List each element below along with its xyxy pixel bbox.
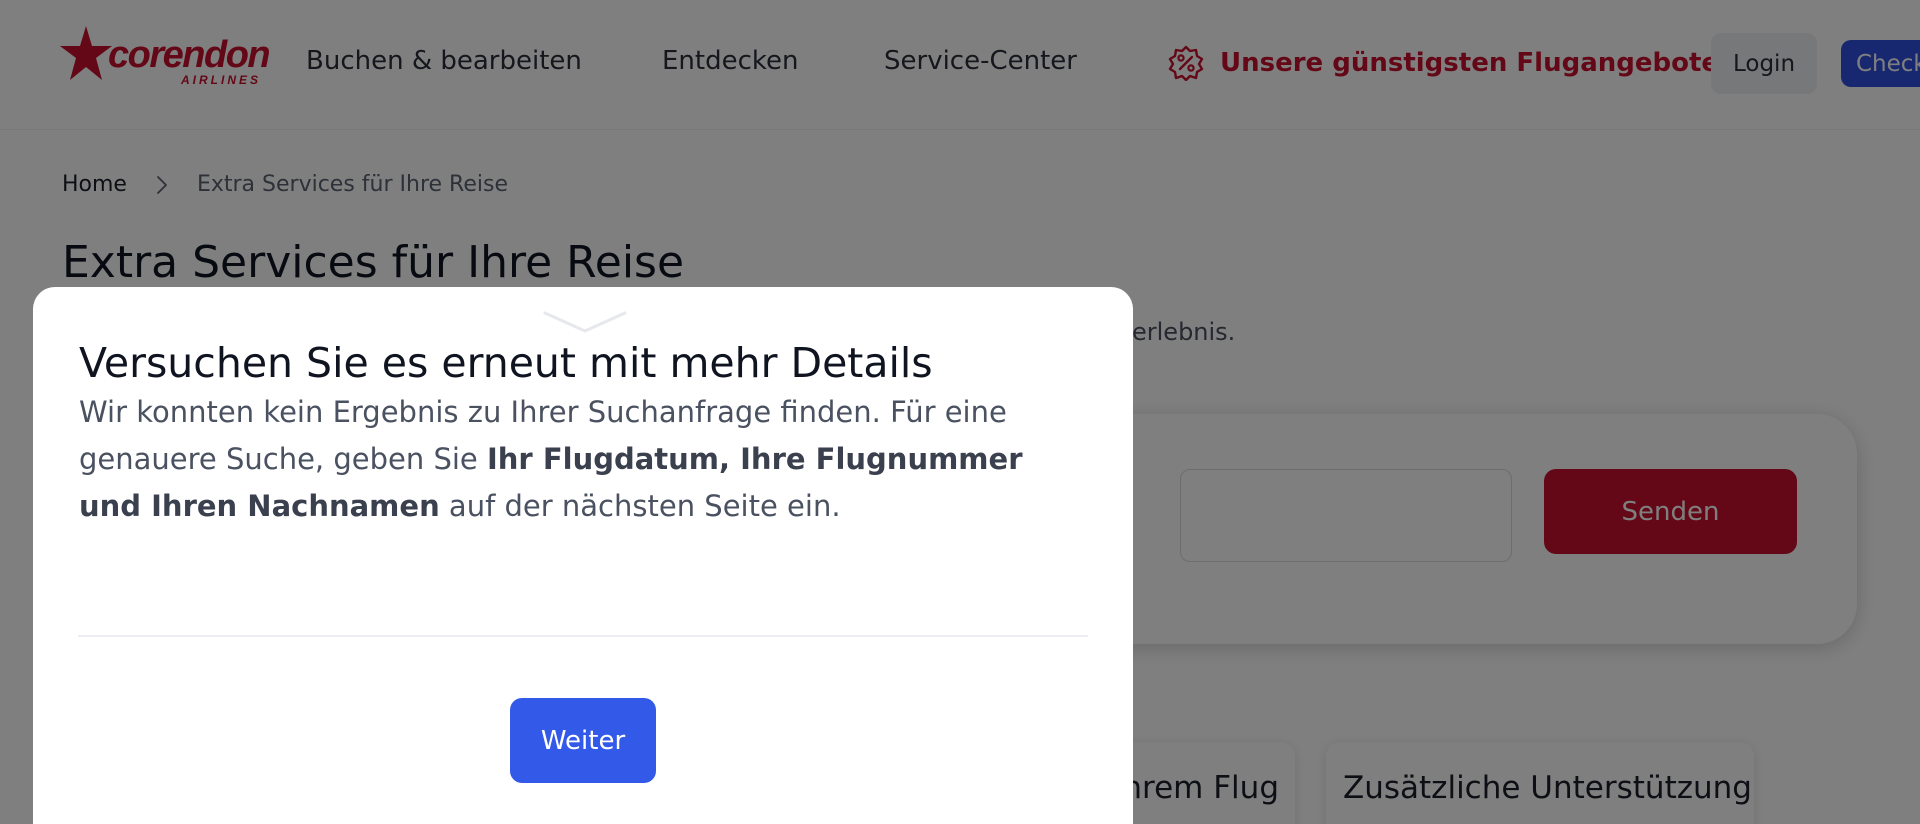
dialog-divider [78, 635, 1088, 637]
dialog-message-outro: auf der nächsten Seite ein. [439, 489, 841, 523]
dialog-message: Wir konnten kein Ergebnis zu Ihrer Sucha… [79, 389, 1079, 530]
no-result-dialog: Versuchen Sie es erneut mit mehr Details… [33, 287, 1133, 824]
dialog-title: Versuchen Sie es erneut mit mehr Details [79, 339, 933, 387]
continue-button[interactable]: Weiter [510, 698, 656, 783]
chevron-down-icon [543, 311, 627, 333]
